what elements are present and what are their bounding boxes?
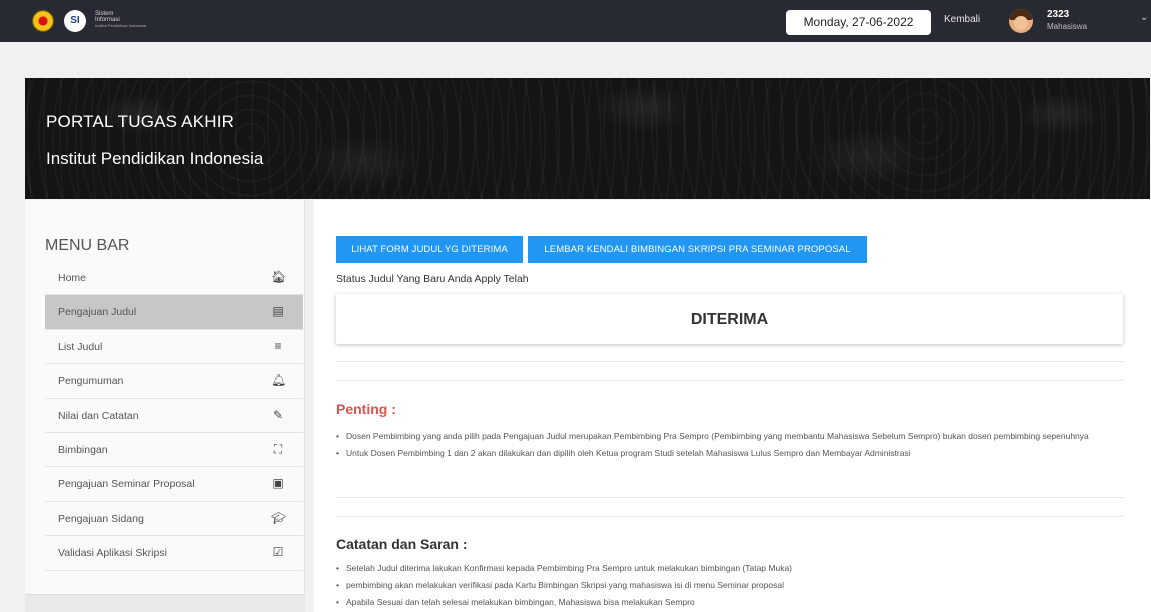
- list-icon: ≡: [274, 338, 282, 353]
- expand-icon: ⛶: [273, 441, 283, 456]
- status-card: DITERIMA: [336, 294, 1123, 344]
- sidebar-item[interactable]: Pengajuan Sidang 🎓︎: [45, 502, 303, 537]
- bell-icon: 🔔︎: [271, 373, 287, 388]
- menu-list: Home 🏠︎ Pengajuan Judul ▤ List Judul ≡ Pengumu…: [45, 261, 303, 571]
- sidebar-item-label: Pengajuan Judul: [58, 306, 137, 319]
- sidebar-item-label: Validasi Aplikasi Skripsi: [58, 547, 167, 560]
- list-item: Dosen Pembimbing yang anda pilih pada Pe…: [336, 429, 1123, 443]
- clipboard-icon: ▣: [272, 476, 284, 491]
- sidebar-item[interactable]: List Judul ≡: [45, 330, 303, 365]
- check-square-icon: ☑: [272, 545, 284, 560]
- sidebar-item-label: Home: [58, 272, 87, 284]
- notes-list: Setelah Judul diterima lakukan Konfirmas…: [336, 561, 1123, 612]
- sidebar-item-label: List Judul: [58, 340, 103, 353]
- file-icon: ▤: [272, 304, 284, 319]
- important-list: Dosen Pembimbing yang anda pilih pada Pe…: [336, 429, 1123, 463]
- sidebar-item-label: Pengajuan Sidang: [58, 512, 144, 525]
- divider: [336, 361, 1123, 362]
- status-label: Status Judul Yang Baru Anda Apply Telah: [336, 273, 529, 285]
- sidebar-item[interactable]: Pengajuan Judul ▤: [45, 295, 303, 330]
- sidebar-item-label: Pengumuman: [58, 375, 124, 388]
- menu-title: MENU BAR: [45, 237, 130, 254]
- status-value: DITERIMA: [690, 311, 769, 328]
- view-accepted-form-button[interactable]: LIHAT FORM JUDUL YG DITERIMA: [336, 236, 523, 263]
- list-item: pembimbing akan melakukan verifikasi pad…: [336, 578, 1123, 592]
- main-content: LIHAT FORM JUDUL YG DITERIMA LEMBAR KEND…: [314, 200, 1151, 612]
- back-link[interactable]: Kembali: [944, 14, 980, 25]
- sidebar-item[interactable]: Home 🏠︎: [45, 261, 303, 296]
- sidebar-item[interactable]: Bimbingan ⛶: [45, 433, 303, 468]
- sidebar-item[interactable]: Validasi Aplikasi Skripsi ☑: [45, 536, 303, 571]
- guidance-control-sheet-button[interactable]: LEMBAR KENDALI BIMBINGAN SKRIPSI PRA SEM…: [528, 236, 867, 263]
- notes-title: Catatan dan Saran :: [336, 536, 468, 552]
- list-item: Untuk Dosen Pembimbing 1 dan 2 akan dila…: [336, 446, 1123, 460]
- si-logo-icon[interactable]: SI: [64, 10, 86, 32]
- banner-subtitle: Institut Pendidikan Indonesia: [46, 149, 264, 168]
- ipi-logo-icon[interactable]: [32, 10, 54, 32]
- sidebar-item[interactable]: Pengumuman 🔔︎: [45, 364, 303, 399]
- edit-icon: ✎: [272, 407, 284, 422]
- si-logo-letters: SI: [70, 15, 80, 26]
- divider: [336, 380, 1123, 381]
- date-display: Monday, 27-06-2022: [786, 10, 931, 35]
- sidebar-item-label: Nilai dan Catatan: [58, 409, 139, 422]
- list-item: Setelah Judul diterima lakukan Konfirmas…: [336, 561, 1123, 575]
- portal-banner: PORTAL TUGAS AKHIR Institut Pendidikan I…: [25, 78, 1150, 199]
- important-title: Penting :: [336, 401, 396, 417]
- user-id[interactable]: 2323: [1047, 9, 1069, 20]
- sidebar-item-label: Pengajuan Seminar Proposal: [58, 478, 195, 491]
- divider: [336, 516, 1123, 517]
- sidebar-item[interactable]: Nilai dan Catatan ✎: [45, 399, 303, 433]
- si-logo-text: Sistem Informasi Institut Pendidikan Ind…: [95, 11, 146, 29]
- si-logo-line3: Institut Pendidikan Indonesia: [95, 23, 147, 28]
- divider: [336, 497, 1123, 498]
- list-item: Apabila Sesuai dan telah selesai melakuk…: [336, 595, 1123, 609]
- home-icon: 🏠︎: [271, 270, 287, 284]
- banner-title: PORTAL TUGAS AKHIR: [46, 112, 235, 131]
- sidebar-item-label: Bimbingan: [58, 443, 108, 456]
- sidebar-footer: [25, 594, 305, 612]
- graduation-cap-icon: 🎓︎: [271, 510, 287, 525]
- chevron-down-icon[interactable]: ⌄: [1140, 12, 1148, 23]
- avatar-face: [1014, 16, 1028, 30]
- user-avatar[interactable]: [1009, 9, 1033, 33]
- sidebar-item[interactable]: Pengajuan Seminar Proposal ▣: [45, 467, 303, 502]
- user-role: Mahasiswa: [1047, 22, 1088, 31]
- top-navbar: SI Sistem Informasi Institut Pendidikan …: [0, 0, 1151, 42]
- sidebar-menu: MENU BAR Home 🏠︎ Pengajuan Judul ▤ List Judu…: [25, 200, 305, 612]
